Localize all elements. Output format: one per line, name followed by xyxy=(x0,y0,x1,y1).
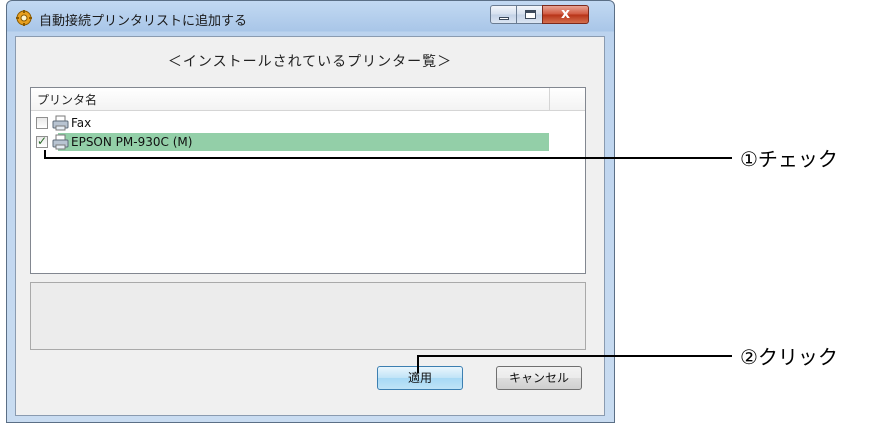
callout-line-check-horizontal xyxy=(44,157,732,159)
title-bar[interactable]: 自動接続プリンタリストに追加する x xyxy=(7,1,614,35)
callout-check: ①チェック xyxy=(740,147,838,171)
printer-list[interactable]: プリンタ名 Fax ✓ EPSON PM-930C (M) xyxy=(30,87,586,274)
fax-checkbox[interactable] xyxy=(36,117,48,129)
printer-icon xyxy=(52,134,69,150)
close-button[interactable]: x xyxy=(542,5,589,24)
dialog-client-area: ＜インストールされているプリンター覧＞ プリンタ名 Fax ✓ EPSON PM… xyxy=(15,36,605,416)
window-title: 自動接続プリンタリストに追加する xyxy=(39,14,248,29)
list-item-label: Fax xyxy=(71,116,92,130)
description-panel xyxy=(30,282,586,350)
cancel-button[interactable]: キャンセル xyxy=(496,366,582,390)
close-icon: x xyxy=(560,6,571,22)
minimize-icon xyxy=(499,17,509,20)
list-item-fax[interactable]: Fax xyxy=(35,114,549,132)
list-item-epson[interactable]: ✓ EPSON PM-930C (M) xyxy=(35,133,549,151)
checkmark-icon: ✓ xyxy=(37,134,48,148)
list-header: プリンタ名 xyxy=(31,88,585,111)
list-item-label: EPSON PM-930C (M) xyxy=(71,135,193,149)
app-gear-icon xyxy=(16,10,32,26)
callout-line-click-horizontal xyxy=(417,355,732,357)
column-header-printer-name[interactable]: プリンタ名 xyxy=(37,91,97,108)
callout-line-click-vertical xyxy=(417,355,419,373)
printer-icon xyxy=(52,115,69,131)
apply-button[interactable]: 適用 xyxy=(377,366,463,390)
column-divider[interactable] xyxy=(549,88,550,110)
installed-printers-heading: ＜インストールされているプリンター覧＞ xyxy=(167,54,453,70)
dialog-window: 自動接続プリンタリストに追加する x ＜インストールされているプリンター覧＞ プ… xyxy=(6,0,615,423)
epson-checkbox[interactable]: ✓ xyxy=(36,134,48,148)
maximize-button[interactable] xyxy=(516,5,543,24)
maximize-icon xyxy=(525,10,536,19)
callout-click: ②クリック xyxy=(740,345,838,369)
minimize-button[interactable] xyxy=(490,5,517,24)
